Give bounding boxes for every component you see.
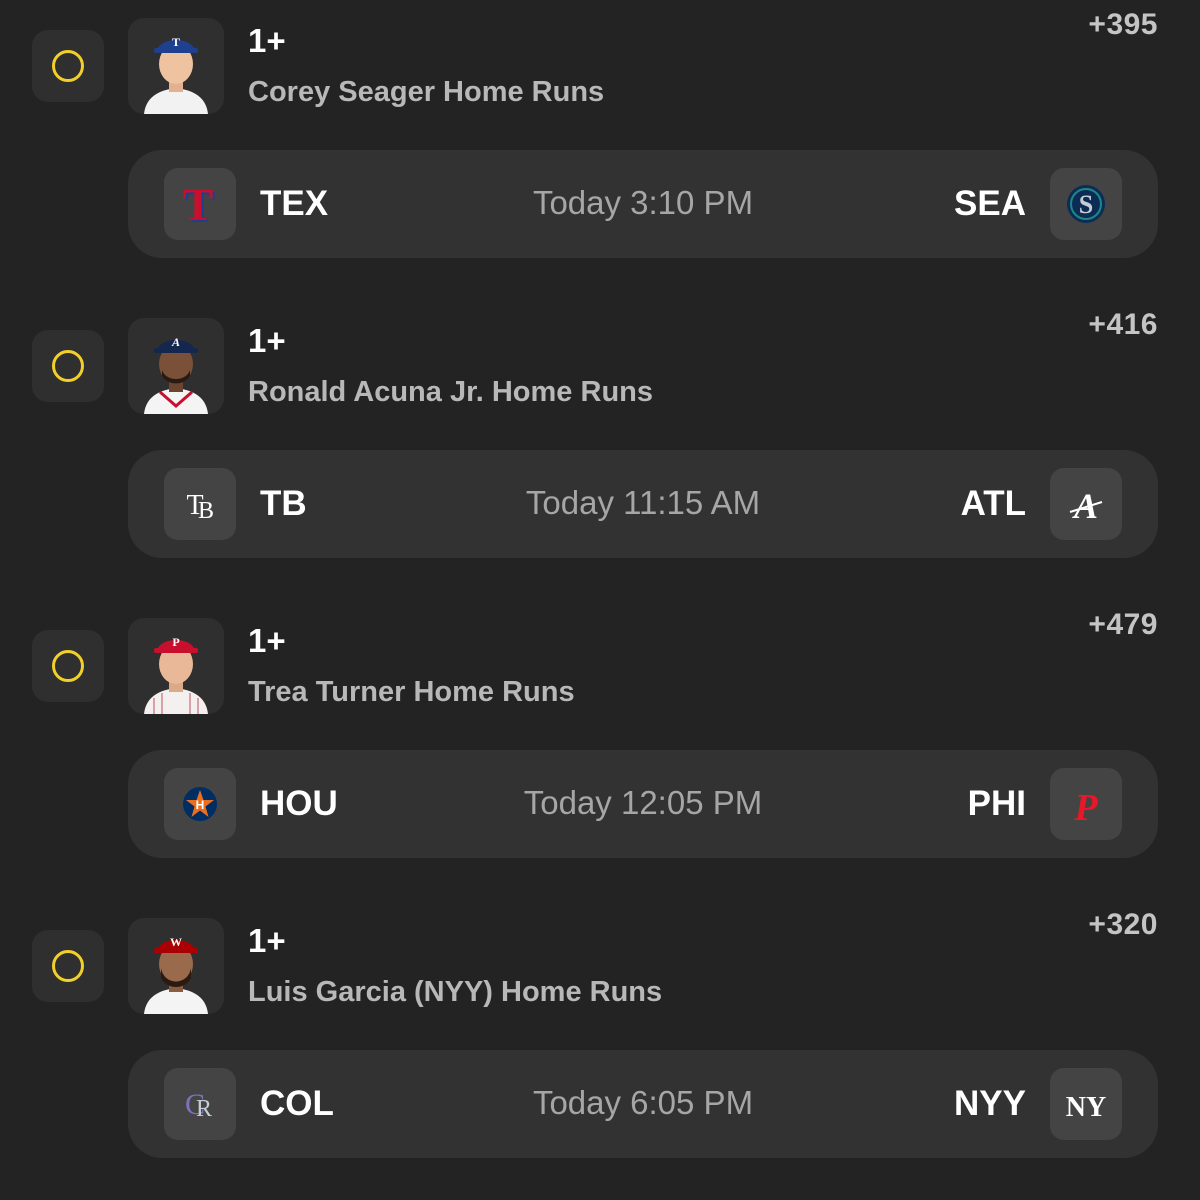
bet-line: 1+ <box>248 322 286 359</box>
game-card[interactable]: C R COL Today 6:05 PM NYY NY <box>128 1050 1158 1158</box>
game-card[interactable]: T T TEX Today 3:10 PM SEA S <box>128 150 1158 258</box>
player-headshot-braves-icon: A <box>128 318 224 414</box>
svg-text:T: T <box>172 35 180 49</box>
bet-row: P 1+ Trea Turner Home Runs +479 H HOU To… <box>0 600 1200 900</box>
braves-logo-icon: A <box>1050 468 1122 540</box>
player-headshot-rangers-icon: T <box>128 18 224 114</box>
svg-text:S: S <box>1079 190 1093 219</box>
bet-row: A 1+ Ronald Acuna Jr. Home Runs +416 T B… <box>0 300 1200 600</box>
home-team-abbr: PHI <box>967 784 1026 823</box>
player-headshot-nationals-icon: W <box>128 918 224 1014</box>
bet-odds[interactable]: +416 <box>1088 308 1158 342</box>
bet-market: Corey Seager Home Runs <box>248 76 605 108</box>
phillies-logo-icon: P <box>1050 768 1122 840</box>
mariners-logo-icon: S <box>1050 168 1122 240</box>
bet-market: Trea Turner Home Runs <box>248 676 575 708</box>
radio-ring-icon <box>52 650 84 682</box>
bet-odds[interactable]: +479 <box>1088 608 1158 642</box>
yankees-logo-icon: NY <box>1050 1068 1122 1140</box>
svg-text:A: A <box>171 335 180 349</box>
svg-text:P: P <box>1073 787 1098 829</box>
radio-ring-icon <box>52 50 84 82</box>
bet-line: 1+ <box>248 622 286 659</box>
bet-odds[interactable]: +320 <box>1088 908 1158 942</box>
svg-text:A: A <box>1072 486 1098 526</box>
radio-ring-icon <box>52 350 84 382</box>
bet-row: W 1+ Luis Garcia (NYY) Home Runs +320 C … <box>0 900 1200 1200</box>
bet-market: Ronald Acuna Jr. Home Runs <box>248 376 653 408</box>
select-bet-radio[interactable] <box>32 30 104 102</box>
bet-odds[interactable]: +395 <box>1088 8 1158 42</box>
svg-text:NY: NY <box>1066 1092 1106 1123</box>
player-headshot-phillies-icon: P <box>128 618 224 714</box>
select-bet-radio[interactable] <box>32 330 104 402</box>
home-team-abbr: NYY <box>954 1084 1026 1123</box>
home-team-abbr: SEA <box>954 184 1026 223</box>
bet-row: T 1+ Corey Seager Home Runs +395 T T TEX… <box>0 0 1200 300</box>
home-team-abbr: ATL <box>960 484 1026 523</box>
select-bet-radio[interactable] <box>32 930 104 1002</box>
svg-text:W: W <box>170 935 182 949</box>
game-card[interactable]: T B TB Today 11:15 AM ATL A <box>128 450 1158 558</box>
bet-market: Luis Garcia (NYY) Home Runs <box>248 976 663 1008</box>
radio-ring-icon <box>52 950 84 982</box>
svg-text:P: P <box>172 635 179 649</box>
game-card[interactable]: H HOU Today 12:05 PM PHI P <box>128 750 1158 858</box>
select-bet-radio[interactable] <box>32 630 104 702</box>
bet-line: 1+ <box>248 22 286 59</box>
bet-line: 1+ <box>248 922 286 959</box>
